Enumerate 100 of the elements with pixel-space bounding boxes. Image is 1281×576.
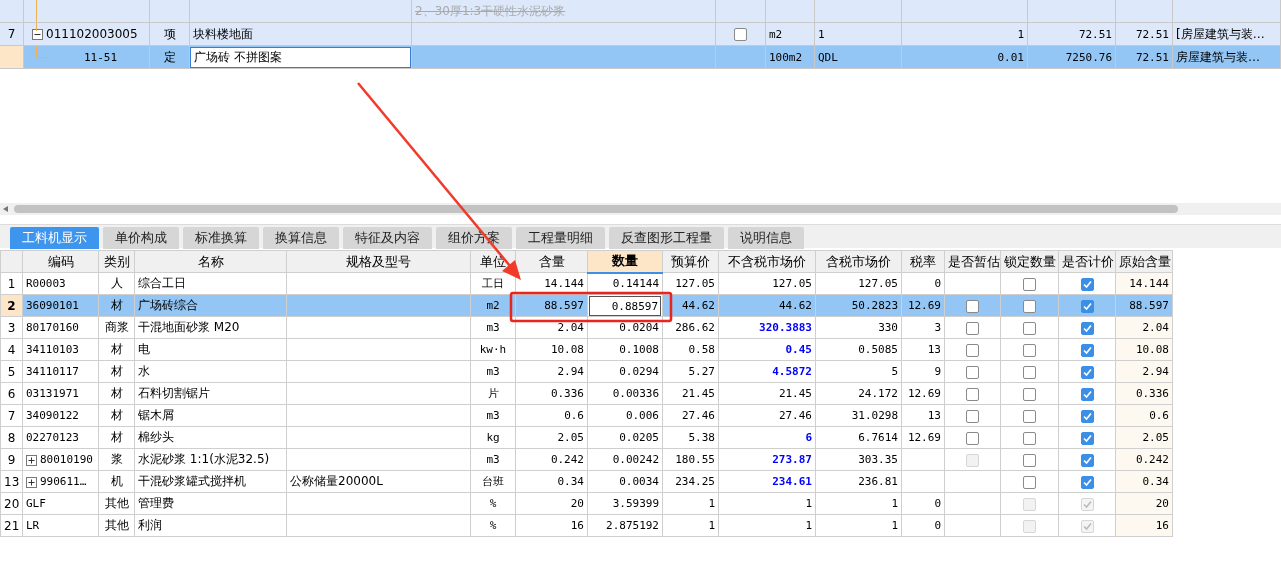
column-header[interactable]: 类别 <box>98 250 135 273</box>
checkbox[interactable] <box>1080 475 1094 489</box>
checkbox[interactable] <box>1080 365 1094 379</box>
type-cell: 材 <box>110 386 123 400</box>
checkbox[interactable] <box>734 27 747 41</box>
tab[interactable]: 反查图形工程量 <box>609 227 724 249</box>
column-header[interactable]: 税率 <box>901 250 945 273</box>
tax-price-cell: 24.172 <box>858 387 898 400</box>
column-header[interactable]: 规格及型号 <box>286 250 471 273</box>
column-header[interactable]: 数量 <box>587 250 663 273</box>
checkbox[interactable] <box>966 365 979 379</box>
tax-rate-cell: 13 <box>927 343 941 356</box>
checkbox[interactable] <box>1023 365 1036 379</box>
column-header[interactable]: 预算价 <box>662 250 719 273</box>
content-cell: 20 <box>570 497 584 510</box>
unit-cell: m2 <box>486 299 500 312</box>
column-header[interactable]: 编码 <box>22 250 99 273</box>
column-header[interactable]: 原始含量 <box>1115 250 1173 273</box>
quantity-cell: 0.0294 <box>619 365 659 378</box>
type-cell: 材 <box>110 364 123 378</box>
column-header[interactable]: 不含税市场价 <box>718 250 816 273</box>
expand-icon[interactable] <box>26 454 37 466</box>
tax-rate-cell: 0 <box>934 277 941 290</box>
tax-rate-cell: 9 <box>934 365 941 378</box>
column-header[interactable]: 名称 <box>134 250 287 273</box>
checkbox[interactable] <box>1023 387 1036 401</box>
checkbox[interactable] <box>1080 277 1094 291</box>
tax-rate-cell: 0 <box>934 519 941 532</box>
checkbox[interactable] <box>1023 453 1036 467</box>
code-cell: 02270123 <box>26 431 79 444</box>
checkbox[interactable] <box>1080 387 1094 401</box>
checkbox[interactable] <box>966 321 979 335</box>
budget-price-cell: 180.55 <box>675 453 715 466</box>
content-cell: 16 <box>570 519 584 532</box>
column-header[interactable]: 是否暂估 <box>944 250 1001 273</box>
type-cell: 材 <box>110 430 123 444</box>
checkbox[interactable] <box>1023 431 1036 445</box>
checkbox[interactable] <box>1080 409 1094 423</box>
name-cell: 干混地面砂浆 M20 <box>138 320 240 334</box>
original-content-cell: 14.144 <box>1129 277 1169 290</box>
type-cell: 商浆 <box>104 320 129 334</box>
checkbox[interactable] <box>1080 343 1094 357</box>
name-cell: 块料楼地面 <box>193 25 253 43</box>
name-input[interactable]: 广场砖 不拼图案 <box>190 46 411 68</box>
checkbox[interactable] <box>1023 299 1036 313</box>
checkbox[interactable] <box>966 409 979 423</box>
column-header[interactable]: 含税市场价 <box>815 250 902 273</box>
tax-price-cell: 330 <box>878 321 898 334</box>
unit-cell: kw·h <box>479 343 507 356</box>
scroll-left-icon[interactable] <box>3 206 8 212</box>
quantity-cell: 0.0205 <box>619 431 659 444</box>
checkbox[interactable] <box>1080 299 1094 313</box>
tab[interactable]: 说明信息 <box>728 227 804 249</box>
tax-price-cell: 50.2823 <box>851 299 898 312</box>
expand-icon[interactable] <box>26 476 37 488</box>
row-number: 1 <box>7 276 16 291</box>
checkbox[interactable] <box>966 299 979 313</box>
name-cell: 水泥砂浆 1:1(水泥32.5) <box>138 452 270 466</box>
code-cell: 34110103 <box>26 343 79 356</box>
checkbox[interactable] <box>1023 343 1036 357</box>
code-cell: 011102003005 <box>46 27 138 41</box>
checkbox[interactable] <box>966 431 979 445</box>
tab[interactable]: 特征及内容 <box>343 227 432 249</box>
total-cell: 72.51 <box>1135 50 1169 64</box>
unit-cell: 工日 <box>482 277 504 290</box>
original-content-cell: 0.336 <box>1135 387 1169 400</box>
checkbox[interactable] <box>966 387 979 401</box>
checkbox[interactable] <box>1080 431 1094 445</box>
budget-price-cell: 27.46 <box>681 409 715 422</box>
name-cell: 石料切割锯片 <box>138 386 210 400</box>
checkbox[interactable] <box>1023 475 1036 489</box>
checkbox[interactable] <box>1023 409 1036 423</box>
tax-price-cell: 31.0298 <box>851 409 898 422</box>
row-number: 20 <box>4 496 20 511</box>
column-header[interactable]: 是否计价 <box>1058 250 1116 273</box>
quantity-cell: 0.00242 <box>612 453 659 466</box>
name-cell: 利润 <box>138 518 162 532</box>
tax-rate-cell: 0 <box>934 497 941 510</box>
budget-price-cell: 1 <box>708 497 715 510</box>
tab[interactable]: 工程量明细 <box>516 227 605 249</box>
checkbox[interactable] <box>1023 277 1036 291</box>
column-header[interactable]: 含量 <box>515 250 588 273</box>
original-content-cell: 0.242 <box>1135 453 1169 466</box>
quantity-input[interactable]: 0.88597 <box>589 295 661 316</box>
expression-cell: QDL <box>818 50 838 64</box>
quantity-cell: 0.0204 <box>619 321 659 334</box>
collapse-icon[interactable] <box>32 28 43 40</box>
checkbox[interactable] <box>1080 321 1094 335</box>
specialty-cell: 房屋建筑与装… <box>1176 48 1260 66</box>
tab[interactable]: 换算信息 <box>263 227 339 249</box>
scrollbar-thumb[interactable] <box>14 205 1178 213</box>
tab[interactable]: 标准换算 <box>183 227 259 249</box>
tab[interactable]: 单价构成 <box>103 227 179 249</box>
unit-cell: m3 <box>486 453 500 466</box>
column-header[interactable]: 锁定数量 <box>1000 250 1059 273</box>
specialty-cell: [房屋建筑与装… <box>1176 25 1265 43</box>
market-price-cell: 27.46 <box>778 409 812 422</box>
checkbox[interactable] <box>1080 453 1094 467</box>
checkbox[interactable] <box>966 343 979 357</box>
checkbox[interactable] <box>1023 321 1036 335</box>
